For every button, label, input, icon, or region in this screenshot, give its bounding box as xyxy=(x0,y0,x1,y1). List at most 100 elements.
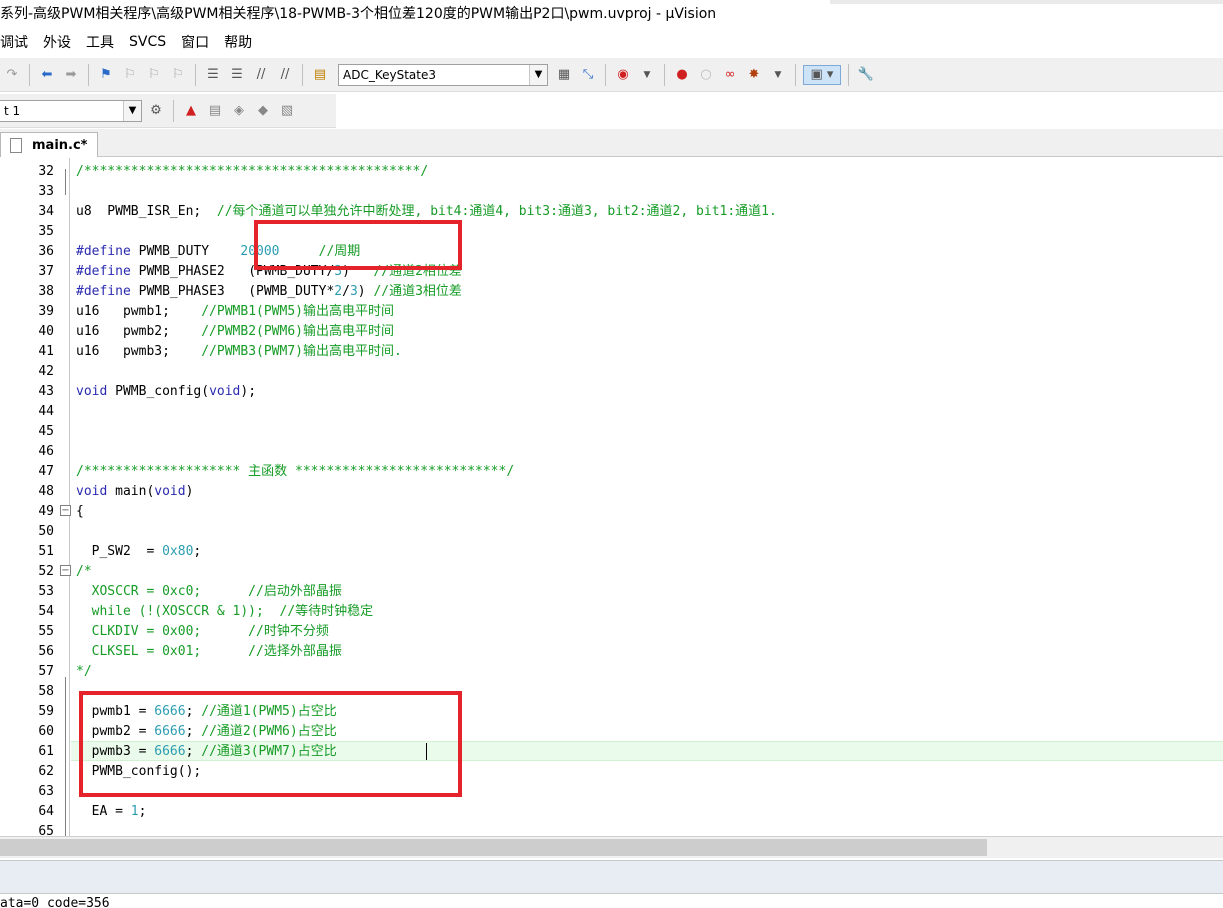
target-combo-value: ADC_KeyState3 xyxy=(343,67,436,82)
menu-tools[interactable]: 工具 xyxy=(80,32,123,52)
line-number: 38 xyxy=(38,284,54,299)
code-line: u16 pwmb3; //PWMB3(PWM7)输出高电平时间. xyxy=(76,344,402,359)
line-number: 65 xyxy=(38,824,54,836)
next-bookmark-icon[interactable]: ⚐ xyxy=(144,65,164,85)
debug-session-icon[interactable]: ◉ xyxy=(613,65,633,85)
text-cursor xyxy=(426,743,427,760)
line-number: 39 xyxy=(38,304,54,319)
navigate-forward-icon[interactable]: ➡ xyxy=(61,65,81,85)
highlight-box-duty xyxy=(254,220,462,270)
line-number: 50 xyxy=(38,524,54,539)
build-output: ata=0 code=356 xyxy=(0,896,1223,908)
redo-icon[interactable]: ↷ xyxy=(2,65,22,85)
fold-toggle-icon[interactable]: − xyxy=(60,565,71,576)
line-number: 57 xyxy=(38,664,54,679)
code-editor[interactable]: 32 33 34 35 36 37 38 39 40 41 42 43 44 45 46 47 48 49 50 51… xyxy=(0,158,1223,836)
menu-window[interactable]: 窗口 xyxy=(175,32,218,52)
breakpoint-icon[interactable]: ● xyxy=(672,65,692,85)
code-line: void PWMB_config(void); xyxy=(76,384,257,399)
menu-bar: 调试 外设 工具 SVCS 窗口 帮助 xyxy=(0,28,1223,56)
line-number: 60 xyxy=(38,724,54,739)
find-icon[interactable]: ▦ xyxy=(554,65,574,85)
indent-icon[interactable]: ☰ xyxy=(203,65,223,85)
comment-icon[interactable]: // xyxy=(251,65,271,85)
menu-svcs[interactable]: SVCS xyxy=(123,34,175,50)
code-line: XOSCCR = 0xc0; //启动外部晶振 xyxy=(76,584,342,599)
project-target-combo[interactable]: t 1 ▼ xyxy=(0,99,142,122)
target-options-icon[interactable]: ⚙ xyxy=(146,101,166,121)
select-software-packs-icon[interactable]: ◆ xyxy=(253,101,273,121)
toolbar-separator xyxy=(195,63,196,86)
navigate-back-icon[interactable]: ⬅ xyxy=(37,65,57,85)
code-line: u16 pwmb2; //PWMB2(PWM6)输出高电平时间 xyxy=(76,324,394,339)
run-time-environment-icon[interactable]: ▧ xyxy=(277,101,297,121)
code-line: while (!(XOSCCR & 1)); //等待时钟稳定 xyxy=(76,604,374,619)
incremental-find-icon[interactable]: ⤡ xyxy=(578,65,598,85)
kill-breakpoints-icon[interactable]: ✸ xyxy=(744,65,764,85)
bookmark-icon[interactable]: ⚑ xyxy=(96,65,116,85)
target-combo[interactable]: ADC_KeyState3 ▼ xyxy=(338,63,548,86)
file-extensions-icon[interactable]: ▤ xyxy=(205,101,225,121)
horizontal-scrollbar[interactable] xyxy=(0,836,1223,858)
document-icon xyxy=(10,137,22,153)
disable-breakpoint-icon[interactable]: ○ xyxy=(696,65,716,85)
line-number: 36 xyxy=(38,244,54,259)
build-output-text: ata=0 code=356 xyxy=(0,896,110,908)
line-number: 54 xyxy=(38,604,54,619)
line-number: 51 xyxy=(38,544,54,559)
code-line: { xyxy=(76,504,84,519)
toolbar-separator xyxy=(664,63,665,86)
line-number: 61 xyxy=(38,744,54,759)
tab-main-c[interactable]: main.c* xyxy=(0,132,98,157)
line-number: 52 xyxy=(38,564,54,579)
fold-line xyxy=(65,169,66,195)
line-number-gutter: 32 33 34 35 36 37 38 39 40 41 42 43 44 45 46 47 48 49 50 51… xyxy=(0,158,70,836)
toolbar-separator xyxy=(302,63,303,86)
debug-dropdown-icon[interactable]: ▼ xyxy=(637,65,657,85)
code-line: CLKDIV = 0x00; //时钟不分频 xyxy=(76,624,329,639)
find-in-files-icon[interactable]: ▤ xyxy=(310,65,330,85)
toolbar-main: ↷ ⬅ ➡ ⚑ ⚐ ⚐ ⚐ ☰ ☰ // // ▤ ADC_KeyState3 … xyxy=(0,58,1223,92)
project-target-value: t 1 xyxy=(4,103,21,118)
menu-help[interactable]: 帮助 xyxy=(218,32,261,52)
unindent-icon[interactable]: ☰ xyxy=(227,65,247,85)
window-layout-icon[interactable]: ▣ ▾ xyxy=(803,64,841,85)
menu-peripherals[interactable]: 外设 xyxy=(37,32,80,52)
fold-line xyxy=(65,677,66,836)
prev-bookmark-icon[interactable]: ⚐ xyxy=(120,65,140,85)
disable-all-breakpoints-icon[interactable]: ∞ xyxy=(720,65,740,85)
line-number: 34 xyxy=(38,204,54,219)
code-line: */ xyxy=(76,664,92,679)
breakpoint-dropdown-icon[interactable]: ▼ xyxy=(768,65,788,85)
output-panel-header xyxy=(0,860,1223,894)
clear-bookmarks-icon[interactable]: ⚐ xyxy=(168,65,188,85)
code-line: /* xyxy=(76,564,92,579)
chevron-down-icon[interactable]: ▼ xyxy=(123,100,141,121)
uncomment-icon[interactable]: // xyxy=(275,65,295,85)
highlight-box-pwm-values xyxy=(79,691,462,797)
scrollbar-thumb[interactable] xyxy=(0,839,987,856)
code-line: u8 PWMB_ISR_En; //每个通道可以单独允许中断处理, bit4:通… xyxy=(76,204,777,219)
code-line: u16 pwmb1; //PWMB1(PWM5)输出高电平时间 xyxy=(76,304,394,319)
manage-components-icon[interactable]: ▲ xyxy=(181,101,201,121)
toolbar-separator xyxy=(795,63,796,86)
line-number: 33 xyxy=(38,184,54,199)
line-number: 41 xyxy=(38,344,54,359)
code-line: void main(void) xyxy=(76,484,194,499)
window-title: 系列-高级PWM相关程序\高级PWM相关程序\18-PWMB-3个相位差120度… xyxy=(0,6,717,22)
line-number: 45 xyxy=(38,424,54,439)
line-number: 35 xyxy=(38,224,54,239)
line-number: 46 xyxy=(38,444,54,459)
fold-toggle-icon[interactable]: − xyxy=(60,505,71,516)
menu-debug[interactable]: 调试 xyxy=(0,32,37,52)
toolbar-separator xyxy=(848,63,849,86)
line-number: 55 xyxy=(38,624,54,639)
line-number: 56 xyxy=(38,644,54,659)
configure-icon[interactable]: 🔧 xyxy=(856,65,876,85)
line-number: 62 xyxy=(38,764,54,779)
chevron-down-icon[interactable]: ▼ xyxy=(529,64,547,85)
line-number: 40 xyxy=(38,324,54,339)
pack-installer-icon[interactable]: ◈ xyxy=(229,101,249,121)
line-number: 44 xyxy=(38,404,54,419)
editor-tabs: main.c* xyxy=(0,129,1223,157)
